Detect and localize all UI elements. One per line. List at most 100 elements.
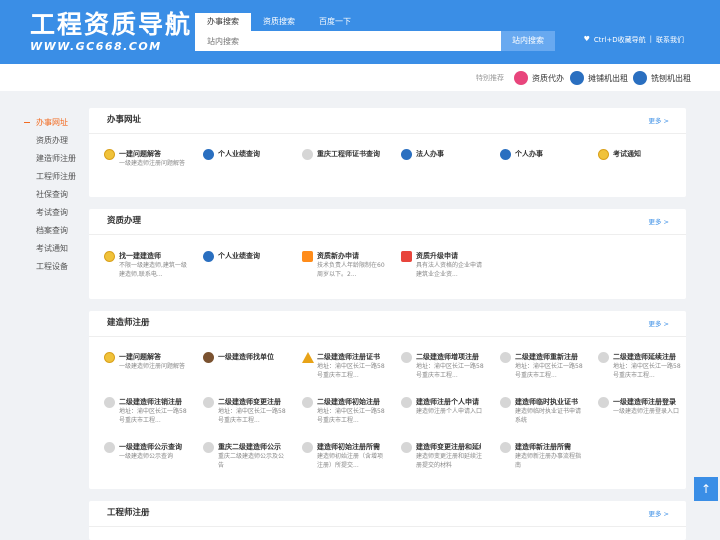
item-desc: 一级建造师公示查询 — [119, 453, 174, 460]
list-item[interactable]: 二级建造师增项注册 地址：渝中区长江一路58号重庆市工程... — [401, 352, 491, 380]
list-item[interactable]: 二级建造师注册证书 地址：渝中区长江一路58号重庆市工程... — [302, 352, 392, 380]
placeholder-icon — [500, 442, 511, 453]
tab-baidu[interactable]: 百度一下 — [307, 13, 363, 31]
sidebar-item-builder-reg[interactable]: 建造师注册 — [24, 150, 94, 168]
more-link[interactable]: 更多 > — [648, 216, 669, 226]
item-title: 找一建建造师 — [119, 252, 161, 260]
list-item[interactable]: 一级建造师找单位 — [203, 352, 293, 363]
sidebar-item-exam-notice[interactable]: 考试通知 — [24, 240, 94, 258]
list-item[interactable]: 建造师初始注册所需 建造师初始注册（含增项注册）所提交... — [302, 442, 392, 470]
recommend-paver[interactable]: 摊铺机出租 — [570, 70, 628, 86]
recommend-qualification[interactable]: 资质代办 — [514, 70, 564, 86]
item-desc: 建造师临时执业证书申请系统 — [515, 408, 582, 424]
list-item[interactable]: 重庆工程师证书查询 — [302, 149, 392, 160]
item-title: 考试通知 — [613, 150, 641, 158]
sidebar-item-qualification[interactable]: 资质办理 — [24, 132, 94, 150]
item-title: 资质新办申请 — [317, 252, 359, 260]
list-item[interactable]: 个人业绩查询 — [203, 149, 293, 160]
item-desc: 一级建造师注册问题解答 — [119, 160, 186, 167]
placeholder-icon — [401, 397, 412, 408]
warning-icon — [302, 352, 314, 363]
sidebar-nav: 办事网址 资质办理 建造师注册 工程师注册 社保查询 考试查询 档案查询 考试通… — [24, 114, 94, 276]
list-item[interactable]: 二级建造师延续注册 地址：渝中区长江一路58号重庆市工程... — [598, 352, 688, 380]
section-builder-registration: 建造师注册 更多 > 一建问题解答 一级建造师注册问题解答 一级建造师找单位 二级… — [89, 311, 686, 489]
sidebar-item-archive[interactable]: 档案查询 — [24, 222, 94, 240]
more-link[interactable]: 更多 > — [648, 115, 669, 125]
item-title: 个人办事 — [515, 150, 543, 158]
tab-qualification-search[interactable]: 资质搜索 — [251, 13, 307, 31]
more-link[interactable]: 更多 > — [648, 508, 669, 518]
person-icon — [203, 149, 214, 160]
list-item[interactable]: 一级建造师公示查询 一级建造师公示查询 — [104, 442, 194, 470]
person-icon — [633, 71, 647, 85]
section-title: 资质办理 — [107, 216, 142, 226]
emoji-icon — [104, 251, 115, 262]
list-item[interactable]: 一建问题解答 一级建造师注册问题解答 — [104, 352, 194, 380]
sidebar-item-exam-query[interactable]: 考试查询 — [24, 204, 94, 222]
search-input[interactable] — [195, 31, 501, 51]
active-marker — [24, 122, 30, 123]
tab-affairs-search[interactable]: 办事搜索 — [195, 13, 251, 31]
person-icon — [570, 71, 584, 85]
placeholder-icon — [598, 352, 609, 363]
divider — [89, 336, 686, 337]
sidebar-item-engineer-reg[interactable]: 工程师注册 — [24, 168, 94, 186]
item-desc: 一级建造师注册登录入口 — [613, 408, 680, 415]
bookmark-link[interactable]: Ctrl+D收藏导航 — [594, 35, 646, 45]
header-separator: | — [649, 35, 652, 43]
item-desc: 地址：渝中区长江一路58号重庆市工程... — [416, 363, 484, 379]
placeholder-icon — [500, 352, 511, 363]
section-qualification: 资质办理 更多 > 找一建建造师 不限一级建造师,建筑一级建造师,联系电... 个… — [89, 209, 686, 299]
item-desc: 地址：渝中区长江一路58号重庆市工程... — [613, 363, 681, 379]
list-item[interactable]: 重庆二级建造师公示 重庆二级建造师公示及公告 — [203, 442, 293, 470]
item-desc: 建造师新注册办事流程指南 — [515, 453, 582, 469]
item-title: 个人业绩查询 — [218, 150, 260, 158]
list-item[interactable]: 二级建造师变更注册 地址：渝中区长江一路58号重庆市工程... — [203, 397, 293, 425]
list-item[interactable]: 建造师新注册所需 建造师新注册办事流程指南 — [500, 442, 590, 470]
item-title: 资质升级申请 — [416, 252, 458, 260]
section-engineer-registration: 工程师注册 更多 > — [89, 501, 686, 540]
section-title: 建造师注册 — [107, 318, 150, 328]
item-title: 法人办事 — [416, 150, 444, 158]
list-item[interactable]: 资质升级申请具有法人资格的企业申请建筑业企业资... — [401, 251, 491, 279]
list-item[interactable]: 个人办事 — [500, 149, 590, 160]
link-icon — [514, 71, 528, 85]
divider — [89, 234, 686, 235]
contact-link[interactable]: 联系我们 — [656, 35, 684, 45]
item-desc: 技术负责人年龄限制在60周岁以下。2... — [317, 262, 385, 278]
list-item[interactable]: 资质新办申请技术负责人年龄限制在60周岁以下。2... — [302, 251, 392, 279]
placeholder-icon — [598, 397, 609, 408]
smiley-icon — [104, 352, 115, 363]
search-button[interactable]: 站内搜索 — [501, 31, 555, 51]
site-header: 工程资质导航 WWW.GC668.COM 办事搜索 资质搜索 百度一下 站内搜索… — [0, 0, 720, 64]
item-desc: 具有法人资格的企业申请建筑业企业资... — [416, 262, 483, 278]
sidebar-item-social-security[interactable]: 社保查询 — [24, 186, 94, 204]
list-item[interactable]: 建造师注册个人申请 建造师注册个人申请入口 — [401, 397, 491, 425]
site-logo[interactable]: 工程资质导航 WWW.GC668.COM — [30, 10, 190, 56]
list-item[interactable]: 二级建造师初始注册 地址：渝中区长江一路58号重庆市工程... — [302, 397, 392, 425]
list-item[interactable]: 找一建建造师 不限一级建造师,建筑一级建造师,联系电... — [104, 251, 194, 279]
item-desc: 地址：渝中区长江一路58号重庆市工程... — [119, 408, 187, 424]
item-desc: 地址：渝中区长江一路58号重庆市工程... — [218, 408, 286, 424]
placeholder-icon — [401, 442, 412, 453]
logo-url: WWW.GC668.COM — [30, 40, 162, 53]
list-item[interactable]: 建造师变更注册和延续 建造师变更注册和延续注册提交的材料 — [401, 442, 491, 470]
list-item[interactable]: 考试通知 — [598, 149, 688, 160]
item-title: 二级建造师初始注册 — [317, 398, 380, 406]
star-icon — [302, 251, 313, 262]
list-item[interactable]: 二级建造师注销注册 地址：渝中区长江一路58号重庆市工程... — [104, 397, 194, 425]
recommend-milling[interactable]: 铣刨机出租 — [633, 70, 691, 86]
list-item[interactable]: 法人办事 — [401, 149, 491, 160]
sidebar-item-equipment[interactable]: 工程设备 — [24, 258, 94, 276]
list-item[interactable]: 一级建造师注册登录 一级建造师注册登录入口 — [598, 397, 688, 425]
list-item[interactable]: 一建问题解答 一级建造师注册问题解答 — [104, 149, 194, 177]
list-item[interactable]: 个人业绩查询 — [203, 251, 293, 262]
more-link[interactable]: 更多 > — [648, 318, 669, 328]
recommend-item-label: 资质代办 — [532, 73, 564, 83]
sidebar-item-affairs[interactable]: 办事网址 — [24, 114, 94, 132]
list-item[interactable]: 建造师临时执业证书 建造师临时执业证书申请系统 — [500, 397, 590, 425]
placeholder-icon — [302, 442, 313, 453]
list-item[interactable]: 二级建造师重新注册 地址：渝中区长江一路58号重庆市工程... — [500, 352, 590, 380]
back-to-top-button[interactable]: ↑ — [694, 477, 718, 501]
item-title: 二级建造师注册证书 — [317, 353, 380, 361]
